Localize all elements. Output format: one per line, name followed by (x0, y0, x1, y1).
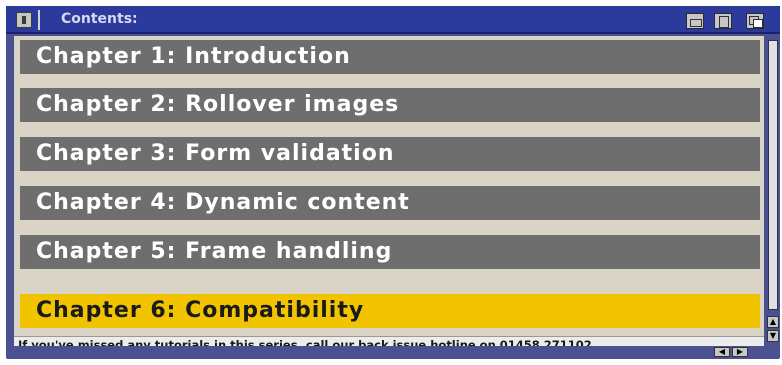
chapter-list: Chapter 1: Introduction Chapter 2: Rollo… (14, 36, 764, 346)
back-issue-footer: If you've missed any tutorials in this s… (14, 336, 764, 346)
window-title: Contents: (61, 11, 138, 27)
arrow-down-icon[interactable]: ▼ (767, 330, 779, 342)
arrow-up-icon[interactable]: ▲ (767, 316, 779, 328)
contents-window: Contents: Chapter 1: Introduction Chapte… (6, 6, 780, 359)
chapter-3-link[interactable]: Chapter 3: Form validation (20, 137, 760, 171)
depth-gadget-icon[interactable] (746, 13, 764, 29)
zoom-gadget-icon[interactable] (714, 13, 732, 29)
arrow-right-icon[interactable]: ▶ (732, 347, 748, 357)
horizontal-scrollbar[interactable]: ◀ ▶ (14, 347, 764, 357)
chapter-6-link[interactable]: Chapter 6: Compatibility (20, 294, 760, 328)
chapter-4-link[interactable]: Chapter 4: Dynamic content (20, 186, 760, 220)
title-separator (38, 10, 40, 30)
title-bar[interactable]: Contents: (6, 6, 780, 34)
arrow-left-icon[interactable]: ◀ (714, 347, 730, 357)
scroll-thumb[interactable] (768, 40, 778, 310)
chapter-5-link[interactable]: Chapter 5: Frame handling (20, 235, 760, 269)
chapter-2-link[interactable]: Chapter 2: Rollover images (20, 88, 760, 122)
iconify-gadget-icon[interactable] (686, 13, 704, 29)
close-gadget-icon[interactable] (16, 12, 32, 28)
chapter-1-link[interactable]: Chapter 1: Introduction (20, 40, 760, 74)
vertical-scrollbar[interactable]: ▲ ▼ (766, 36, 780, 346)
